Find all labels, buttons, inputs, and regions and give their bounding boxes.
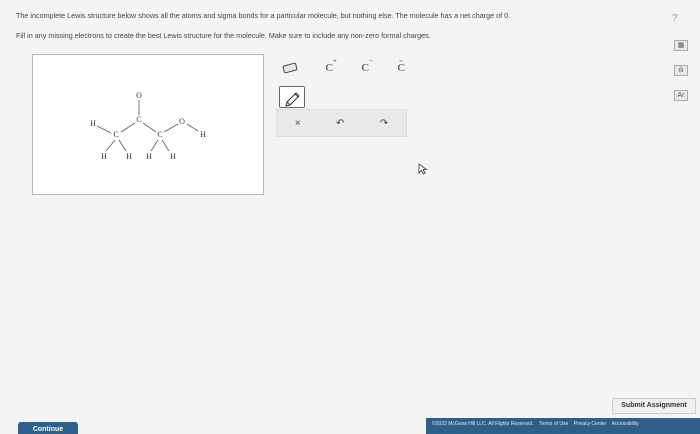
pencil-icon <box>285 92 300 107</box>
atom-carbon-center[interactable]: C <box>136 115 141 124</box>
lone-pair-tool[interactable]: ·· C <box>398 56 405 74</box>
drawing-canvas[interactable]: O H C C C O H H H H H <box>32 54 264 195</box>
minus-charge: − <box>369 57 373 65</box>
question-line-1: The incomplete Lewis structure below sho… <box>16 11 511 20</box>
atom-oxygen-top[interactable]: O <box>136 91 142 100</box>
molecule-drawing: O H C C C O H H H H H <box>90 91 206 161</box>
footer-privacy-link[interactable]: Privacy Center <box>574 421 607 427</box>
carbanion-tool[interactable]: C − <box>361 57 373 74</box>
footer-accessibility-link[interactable]: Accessibility <box>612 421 639 427</box>
eraser-icon[interactable] <box>282 62 298 74</box>
atom-hydrogen-bottom-2[interactable]: H <box>126 152 132 161</box>
atom-hydrogen-left[interactable]: H <box>90 119 96 128</box>
clear-button[interactable]: × <box>295 118 301 129</box>
undo-button[interactable]: ↶ <box>336 118 344 129</box>
atom-hydrogen-bottom-3[interactable]: H <box>146 152 152 161</box>
drawing-toolbar: C + C − ·· C <box>279 56 409 78</box>
submit-assignment-button[interactable]: Submit Assignment <box>612 398 696 414</box>
pencil-tool-button[interactable] <box>279 86 305 108</box>
footer-copyright: ©2022 McGraw Hill LLC. All Rights Reserv… <box>432 421 534 427</box>
action-bar: × ↶ ↷ <box>276 109 407 137</box>
redo-button[interactable]: ↷ <box>380 118 388 129</box>
atom-oxygen-right[interactable]: O <box>179 117 185 126</box>
chart-icon[interactable]: ılı <box>674 65 688 76</box>
carbocation-tool[interactable]: C + <box>325 57 337 74</box>
plus-charge: + <box>333 57 337 65</box>
atom-carbon-right[interactable]: C <box>157 130 162 139</box>
atom-carbon-left[interactable]: C <box>113 130 118 139</box>
atom-hydrogen-bottom-4[interactable]: H <box>170 152 176 161</box>
carbanion-letter: C <box>361 62 369 74</box>
atom-hydrogen-right[interactable]: H <box>200 130 206 139</box>
footer-terms-link[interactable]: Terms of Use <box>539 421 568 427</box>
atom-hydrogen-bottom-1[interactable]: H <box>101 152 107 161</box>
lone-pair-dots: ·· <box>398 56 404 66</box>
carbocation-letter: C <box>325 62 333 74</box>
question-text: The incomplete Lewis structure below sho… <box>16 10 636 50</box>
calculator-icon[interactable]: ▦ <box>674 40 688 51</box>
question-line-2: Fill in any missing electrons to create … <box>16 31 431 40</box>
help-icon[interactable]: ? <box>672 13 678 24</box>
footer: ©2022 McGraw Hill LLC. All Rights Reserv… <box>426 418 700 434</box>
periodic-table-icon[interactable]: Ar <box>674 90 688 101</box>
mouse-cursor-icon <box>418 163 428 175</box>
continue-button[interactable]: Continue <box>18 422 78 434</box>
